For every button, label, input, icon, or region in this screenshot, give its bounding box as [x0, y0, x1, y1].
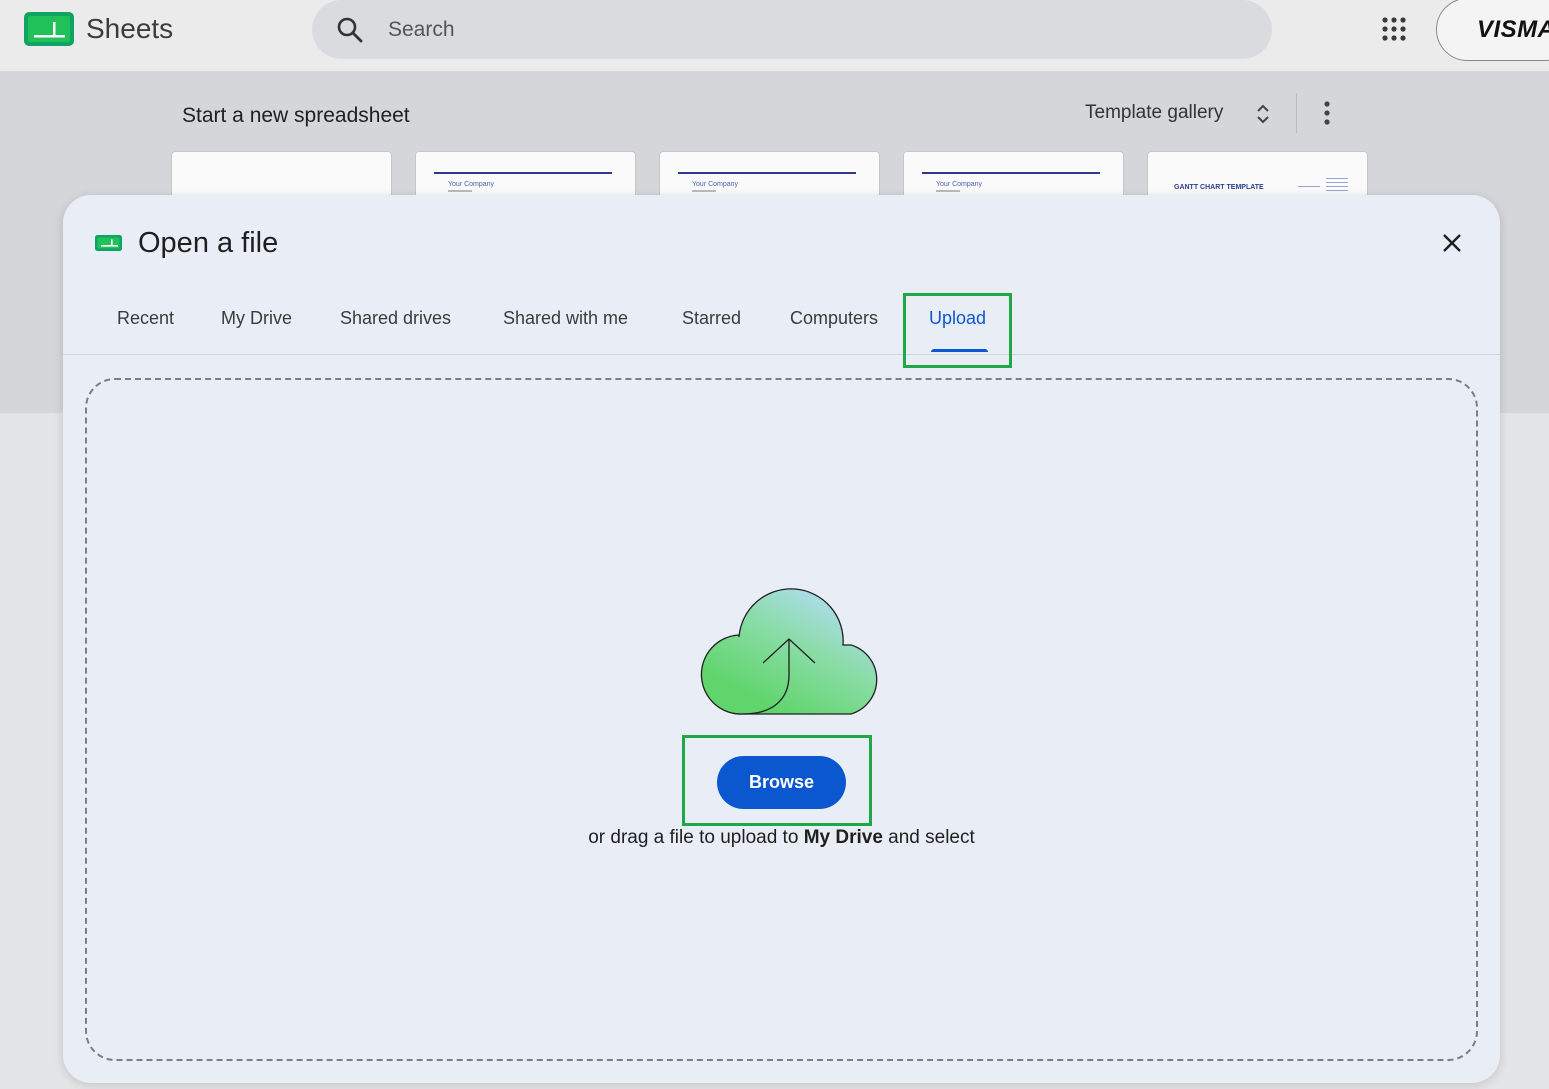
- tab-my-drive[interactable]: My Drive: [221, 307, 292, 329]
- sheets-icon: [95, 235, 122, 251]
- template-label: Your Company: [936, 181, 983, 188]
- template-line: [936, 190, 960, 192]
- template-line: [1326, 182, 1348, 183]
- template-line: [1326, 190, 1348, 191]
- tab-starred[interactable]: Starred: [682, 307, 741, 329]
- template-header-rule: [678, 172, 856, 174]
- tab-shared-drives[interactable]: Shared drives: [340, 307, 451, 329]
- template-line: [448, 190, 472, 192]
- template-label: GANTT CHART TEMPLATE: [1174, 184, 1264, 191]
- dialog-tabs: Recent My Drive Shared drives Shared wit…: [63, 293, 1500, 355]
- account-button[interactable]: VISMA: [1436, 0, 1549, 61]
- template-line: [1298, 186, 1320, 187]
- open-file-dialog: Open a file Recent My Drive Shared drive…: [63, 195, 1500, 1083]
- browse-button-highlight: [682, 735, 872, 826]
- template-header-rule: [922, 172, 1100, 174]
- tab-computers[interactable]: Computers: [790, 307, 878, 329]
- dialog-title: Open a file: [138, 227, 279, 259]
- apps-grid-icon[interactable]: [1380, 15, 1408, 43]
- unfold-icon[interactable]: [1252, 101, 1274, 127]
- start-new-title: Start a new spreadsheet: [182, 104, 410, 127]
- search-input[interactable]: Search: [388, 17, 455, 43]
- close-icon[interactable]: [1439, 230, 1465, 256]
- template-line: [1326, 186, 1348, 187]
- drag-text-prefix: or drag a file to upload to: [588, 827, 804, 848]
- template-line: [1326, 178, 1348, 179]
- sheets-logo-icon[interactable]: [24, 12, 74, 46]
- app-name[interactable]: Sheets: [86, 12, 173, 46]
- template-label: Your Company: [692, 181, 739, 188]
- upload-drop-zone[interactable]: [85, 378, 1478, 1061]
- cloud-upload-icon: [700, 588, 878, 715]
- top-bar: Sheets Search VISMA: [0, 0, 1549, 71]
- template-gallery-button[interactable]: Template gallery: [1085, 101, 1223, 125]
- template-line: [692, 190, 716, 192]
- divider: [1296, 93, 1297, 133]
- tab-recent[interactable]: Recent: [117, 307, 174, 329]
- template-header-rule: [434, 172, 612, 174]
- drag-instructions: or drag a file to upload to My Drive and…: [63, 826, 1500, 850]
- more-vert-icon[interactable]: [1318, 99, 1336, 127]
- search-icon[interactable]: [334, 14, 366, 46]
- drag-target: My Drive: [803, 827, 883, 848]
- upload-tab-highlight: [903, 293, 1012, 368]
- drag-text-suffix: and select: [882, 827, 975, 848]
- tab-shared-with-me[interactable]: Shared with me: [503, 307, 628, 329]
- template-label: Your Company: [448, 181, 495, 188]
- search-bar[interactable]: Search: [312, 0, 1272, 59]
- account-logo: VISMA: [1477, 16, 1549, 43]
